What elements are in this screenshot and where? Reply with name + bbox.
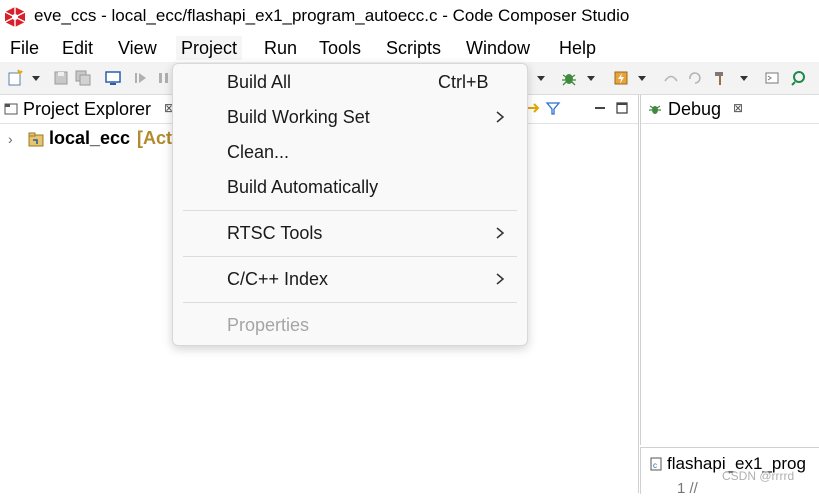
save-icon[interactable] [52, 69, 70, 87]
menu-item-build-working-set[interactable]: Build Working Set [173, 101, 527, 135]
chevron-down-icon[interactable] [636, 69, 648, 87]
chevron-down-icon[interactable] [585, 69, 597, 87]
menu-item-label: Properties [227, 315, 310, 335]
menu-item-build-all[interactable]: Build All Ctrl+B [173, 66, 527, 100]
menu-file[interactable]: File [10, 36, 39, 60]
menu-window[interactable]: Window [466, 36, 530, 60]
menu-item-label: Build Automatically [227, 177, 379, 197]
minimize-icon[interactable] [592, 100, 608, 116]
menu-scripts[interactable]: Scripts [386, 36, 441, 60]
chevron-right-icon [496, 227, 505, 239]
resume-icon[interactable] [132, 69, 150, 87]
menu-item-label: Build Working Set [227, 107, 370, 127]
menu-view[interactable]: View [118, 36, 157, 60]
save-all-icon[interactable] [74, 69, 92, 87]
title-bar: eve_ccs - local_ecc/flashapi_ex1_program… [0, 0, 819, 34]
menu-item-shortcut: Ctrl+B [438, 72, 489, 92]
hammer-icon[interactable] [712, 69, 730, 87]
ccs-project-icon [28, 132, 44, 147]
debug-bug-icon[interactable] [560, 69, 578, 87]
chevron-down-icon[interactable] [30, 69, 42, 87]
project-menu-dropdown: Build All Ctrl+B Build Working Set Clean… [172, 63, 528, 346]
menu-bar: File Edit View Project Run Tools Scripts… [0, 34, 819, 62]
menu-separator [183, 256, 517, 257]
terminal-icon[interactable] [104, 69, 122, 87]
menu-item-label: Build All [227, 72, 292, 92]
step-return-icon[interactable] [662, 69, 680, 87]
project-name: local_ecc [49, 128, 131, 148]
suspend-icon[interactable] [155, 69, 173, 87]
debug-tab[interactable]: Debug [668, 99, 721, 120]
menu-item-properties: Properties [173, 309, 527, 343]
console-icon[interactable] [763, 69, 781, 87]
flash-icon[interactable] [612, 69, 630, 87]
filter-icon[interactable] [545, 100, 561, 116]
refresh-icon[interactable] [686, 69, 704, 87]
debug-header: Debug ⊠ [641, 95, 819, 124]
watermark: CSDN @rrrrd [722, 469, 795, 483]
project-active-status: [Act [137, 128, 172, 148]
debug-bug-icon [649, 105, 661, 114]
new-icon[interactable] [6, 69, 24, 87]
menu-project[interactable]: Project [176, 36, 243, 60]
menu-item-clean[interactable]: Clean... [173, 136, 527, 170]
menu-item-label: RTSC Tools [227, 223, 323, 243]
menu-item-label: C/C++ Index [227, 269, 329, 289]
chevron-right-icon [496, 273, 505, 285]
chevron-down-icon[interactable] [738, 69, 750, 87]
menu-separator [183, 210, 517, 211]
c-file-icon: c [650, 457, 662, 471]
menu-separator [183, 302, 517, 303]
menu-item-build-automatically[interactable]: Build Automatically [173, 171, 527, 205]
window-title: eve_ccs - local_ecc/flashapi_ex1_program… [34, 6, 630, 25]
maximize-icon[interactable] [614, 100, 630, 116]
code-composer-studio-icon [4, 7, 26, 27]
menu-item-rtsc-tools[interactable]: RTSC Tools [173, 217, 527, 251]
chevron-right-icon [496, 111, 505, 123]
close-icon[interactable]: ⊠ [733, 101, 743, 115]
svg-text:c: c [653, 461, 657, 470]
menu-edit[interactable]: Edit [62, 36, 93, 60]
menu-run[interactable]: Run [264, 36, 297, 60]
chevron-down-icon[interactable] [535, 69, 547, 87]
menu-help[interactable]: Help [559, 36, 596, 60]
search-icon[interactable] [790, 69, 808, 87]
menu-item-cpp-index[interactable]: C/C++ Index [173, 263, 527, 297]
editor-line-1[interactable]: 1 // [677, 480, 698, 497]
project-explorer-tab[interactable]: Project Explorer [23, 99, 151, 120]
debug-panel: Debug ⊠ [640, 95, 819, 445]
project-explorer-icon [4, 103, 18, 115]
menu-item-label: Clean... [227, 142, 290, 162]
chevron-right-icon[interactable]: › [8, 131, 13, 147]
menu-tools[interactable]: Tools [319, 36, 361, 60]
